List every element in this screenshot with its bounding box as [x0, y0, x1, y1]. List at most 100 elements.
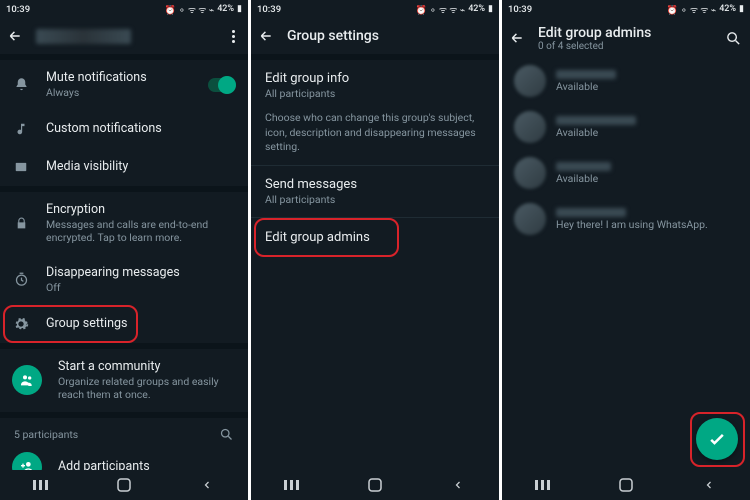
android-navbar [0, 470, 248, 500]
row-edit-group-admins[interactable]: Edit group admins [251, 218, 499, 257]
contact-name-redacted [556, 162, 611, 171]
clock: 10:39 [508, 4, 532, 15]
row-encryption[interactable]: Encryption Messages and calls are end-to… [0, 192, 248, 255]
statusbar: 10:39 ⏰ ⚬ ᯤ ᯤ ⌁ 42% ▮ [0, 0, 248, 18]
participants-header: 5 participants [0, 418, 248, 444]
mute-toggle[interactable] [208, 78, 236, 92]
page-title: Group settings [287, 28, 379, 44]
row-media-visibility[interactable]: Media visibility [0, 148, 248, 186]
overflow-menu[interactable] [226, 30, 240, 43]
recents-key[interactable] [31, 478, 51, 492]
row-edit-group-info[interactable]: Edit group info All participants [251, 60, 499, 111]
clock: 10:39 [257, 4, 281, 15]
back-button[interactable] [259, 29, 273, 43]
contact-row[interactable]: Available [502, 150, 750, 196]
avatar [514, 111, 546, 143]
appbar: Edit group admins 0 of 4 selected [502, 18, 750, 58]
avatar [514, 203, 546, 235]
contact-name-redacted [556, 70, 616, 79]
recents-key[interactable] [533, 478, 553, 492]
recents-key[interactable] [282, 478, 302, 492]
statusbar: 10:39 ⏰ ⚬ ᯤ ᯤ ⌁ 42% ▮ [251, 0, 499, 18]
search-button[interactable] [725, 30, 742, 47]
contact-row[interactable]: Available [502, 104, 750, 150]
battery-icon: ▮ [739, 4, 744, 14]
search-icon[interactable] [219, 427, 234, 442]
status-icons: ⏰ ⚬ ᯤ ᯤ ⌁ [667, 3, 717, 16]
phone-group-info: 10:39 ⏰ ⚬ ᯤ ᯤ ⌁ 42% ▮ Mute notifications… [0, 0, 248, 500]
sub: All participants [265, 87, 485, 100]
sub: Messages and calls are end-to-end encryp… [46, 218, 236, 245]
contact-status: Hey there! I am using WhatsApp. [556, 218, 708, 231]
status-icons: ⏰ ⚬ ᯤ ᯤ ⌁ [165, 3, 215, 16]
phone-group-settings: 10:39 ⏰ ⚬ ᯤ ᯤ ⌁ 42% ▮ Group settings Edi… [251, 0, 499, 500]
battery-icon: ▮ [488, 4, 493, 14]
label: Media visibility [46, 159, 236, 174]
avatar [514, 157, 546, 189]
add-person-icon [12, 452, 42, 470]
label: Custom notifications [46, 121, 236, 136]
battery-icon: ▮ [237, 4, 242, 14]
bell-icon [12, 76, 30, 94]
phone-edit-admins: 10:39 ⏰ ⚬ ᯤ ᯤ ⌁ 42% ▮ Edit group admins … [502, 0, 750, 500]
gear-icon [12, 315, 30, 333]
page-title: Edit group admins [538, 25, 651, 41]
label: Group settings [46, 316, 236, 331]
row-start-community[interactable]: Start a community Organize related group… [0, 349, 248, 412]
label: Encryption [46, 202, 236, 217]
content: Mute notifications Always Custom notific… [0, 54, 248, 470]
selection-count: 0 of 4 selected [538, 41, 651, 52]
label: Send messages [265, 177, 485, 192]
avatar [514, 65, 546, 97]
battery-text: 42% [468, 4, 485, 14]
community-icon [12, 365, 42, 395]
row-mute-notifications[interactable]: Mute notifications Always [0, 60, 248, 110]
back-button[interactable] [510, 31, 524, 45]
home-key[interactable] [114, 478, 134, 492]
lock-icon [12, 214, 30, 232]
status-icons: ⏰ ⚬ ᯤ ᯤ ⌁ [416, 3, 466, 16]
contact-status: Available [556, 126, 636, 139]
battery-text: 42% [719, 4, 736, 14]
timer-icon [12, 271, 30, 289]
confirm-fab[interactable] [696, 418, 738, 460]
battery-text: 42% [217, 4, 234, 14]
edit-info-description: Choose who can change this group's subje… [251, 111, 499, 165]
android-navbar [502, 470, 750, 500]
back-key[interactable] [699, 478, 719, 492]
sub: All participants [265, 193, 485, 206]
contact-status: Available [556, 172, 611, 185]
contact-row[interactable]: Hey there! I am using WhatsApp. [502, 196, 750, 242]
label: Start a community [58, 359, 236, 374]
participants-count: 5 participants [14, 428, 78, 441]
appbar: Group settings [251, 18, 499, 54]
row-custom-notifications[interactable]: Custom notifications [0, 110, 248, 148]
back-key[interactable] [448, 478, 468, 492]
row-send-messages[interactable]: Send messages All participants [251, 166, 499, 217]
row-add-participants[interactable]: Add participants [0, 444, 248, 470]
label: Edit group info [265, 71, 485, 86]
row-disappearing-messages[interactable]: Disappearing messages Off [0, 255, 248, 305]
sub: Always [46, 86, 192, 100]
label: Disappearing messages [46, 265, 236, 280]
row-group-settings[interactable]: Group settings [0, 305, 248, 343]
sub: Organize related groups and easily reach… [58, 375, 236, 402]
label: Mute notifications [46, 70, 192, 85]
clock: 10:39 [6, 4, 30, 15]
back-button[interactable] [8, 29, 22, 43]
android-navbar [251, 470, 499, 500]
back-key[interactable] [197, 478, 217, 492]
label: Edit group admins [265, 230, 485, 245]
label: Add participants [58, 459, 236, 470]
contact-status: Available [556, 80, 616, 93]
contact-row[interactable]: Available [502, 58, 750, 104]
content: Edit group info All participants Choose … [251, 54, 499, 470]
home-key[interactable] [616, 478, 636, 492]
content: Available Available Available Hey there!… [502, 58, 750, 470]
music-note-icon [12, 120, 30, 138]
group-name-redacted [36, 29, 131, 44]
contact-name-redacted [556, 116, 636, 125]
appbar [0, 18, 248, 54]
home-key[interactable] [365, 478, 385, 492]
statusbar: 10:39 ⏰ ⚬ ᯤ ᯤ ⌁ 42% ▮ [502, 0, 750, 18]
